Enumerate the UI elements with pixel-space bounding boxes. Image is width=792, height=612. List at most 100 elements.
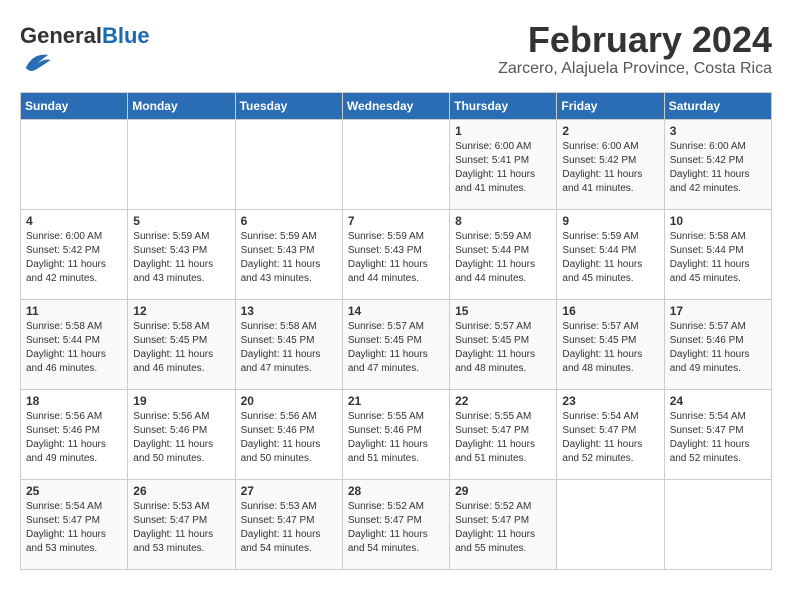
- calendar-cell: 9 Sunrise: 5:59 AM Sunset: 5:44 PM Daylig…: [557, 210, 664, 300]
- day-info: Sunrise: 5:59 AM Sunset: 5:44 PM Dayligh…: [562, 230, 658, 286]
- day-info: Sunrise: 5:58 AM Sunset: 5:44 PM Dayligh…: [670, 230, 766, 286]
- calendar-cell: 4 Sunrise: 6:00 AM Sunset: 5:42 PM Daylig…: [21, 210, 128, 300]
- calendar-cell: [21, 120, 128, 210]
- calendar-cell: 23 Sunrise: 5:54 AM Sunset: 5:47 PM Dayli…: [557, 390, 664, 480]
- weekday-header-sunday: Sunday: [21, 93, 128, 120]
- calendar-cell: 14 Sunrise: 5:57 AM Sunset: 5:45 PM Dayli…: [342, 300, 449, 390]
- weekday-header-wednesday: Wednesday: [342, 93, 449, 120]
- day-info: Sunrise: 5:55 AM Sunset: 5:47 PM Dayligh…: [455, 410, 551, 466]
- weekday-header-friday: Friday: [557, 93, 664, 120]
- day-number: 18: [26, 394, 122, 408]
- calendar-cell: 11Sunrise: 5:58 AM Sunset: 5:44 PM Dayli…: [21, 300, 128, 390]
- day-number: 27: [241, 484, 337, 498]
- calendar-week-row: 18 Sunrise: 5:56 AM Sunset: 5:46 PM Dayli…: [21, 390, 772, 480]
- calendar-cell: 1Sunrise: 6:00 AM Sunset: 5:41 PM Daylig…: [450, 120, 557, 210]
- calendar-cell: [235, 120, 342, 210]
- calendar-cell: [342, 120, 449, 210]
- calendar-cell: [557, 480, 664, 570]
- day-info: Sunrise: 5:56 AM Sunset: 5:46 PM Dayligh…: [133, 410, 229, 466]
- calendar-cell: 27 Sunrise: 5:53 AM Sunset: 5:47 PM Dayli…: [235, 480, 342, 570]
- day-info: Sunrise: 5:57 AM Sunset: 5:46 PM Dayligh…: [670, 320, 766, 376]
- calendar-cell: 21 Sunrise: 5:55 AM Sunset: 5:46 PM Dayli…: [342, 390, 449, 480]
- calendar-cell: [664, 480, 771, 570]
- calendar-cell: [128, 120, 235, 210]
- day-info: Sunrise: 6:00 AM Sunset: 5:42 PM Dayligh…: [26, 230, 122, 286]
- day-info: Sunrise: 5:59 AM Sunset: 5:43 PM Dayligh…: [241, 230, 337, 286]
- day-number: 26: [133, 484, 229, 498]
- calendar-cell: 2 Sunrise: 6:00 AM Sunset: 5:42 PM Daylig…: [557, 120, 664, 210]
- day-number: 25: [26, 484, 122, 498]
- calendar-cell: 22 Sunrise: 5:55 AM Sunset: 5:47 PM Dayli…: [450, 390, 557, 480]
- day-info: Sunrise: 5:57 AM Sunset: 5:45 PM Dayligh…: [348, 320, 444, 376]
- day-number: 19: [133, 394, 229, 408]
- day-number: 3: [670, 124, 766, 138]
- day-number: 22: [455, 394, 551, 408]
- day-number: 21: [348, 394, 444, 408]
- day-info: Sunrise: 5:53 AM Sunset: 5:47 PM Dayligh…: [241, 500, 337, 556]
- logo-bird-icon: [22, 47, 52, 77]
- day-info: Sunrise: 5:54 AM Sunset: 5:47 PM Dayligh…: [562, 410, 658, 466]
- day-info: Sunrise: 5:56 AM Sunset: 5:46 PM Dayligh…: [26, 410, 122, 466]
- day-info: Sunrise: 5:57 AM Sunset: 5:45 PM Dayligh…: [455, 320, 551, 376]
- location-title: Zarcero, Alajuela Province, Costa Rica: [498, 60, 772, 78]
- calendar-cell: 15 Sunrise: 5:57 AM Sunset: 5:45 PM Dayli…: [450, 300, 557, 390]
- calendar-cell: 26 Sunrise: 5:53 AM Sunset: 5:47 PM Dayli…: [128, 480, 235, 570]
- calendar-cell: 16 Sunrise: 5:57 AM Sunset: 5:45 PM Dayli…: [557, 300, 664, 390]
- calendar-cell: 8 Sunrise: 5:59 AM Sunset: 5:44 PM Daylig…: [450, 210, 557, 300]
- calendar-week-row: 11Sunrise: 5:58 AM Sunset: 5:44 PM Dayli…: [21, 300, 772, 390]
- weekday-header-row: SundayMondayTuesdayWednesdayThursdayFrid…: [21, 93, 772, 120]
- day-info: Sunrise: 6:00 AM Sunset: 5:41 PM Dayligh…: [455, 140, 551, 196]
- day-number: 12: [133, 304, 229, 318]
- calendar-cell: 28Sunrise: 5:52 AM Sunset: 5:47 PM Dayli…: [342, 480, 449, 570]
- day-number: 9: [562, 214, 658, 228]
- day-number: 24: [670, 394, 766, 408]
- day-number: 6: [241, 214, 337, 228]
- day-info: Sunrise: 5:55 AM Sunset: 5:46 PM Dayligh…: [348, 410, 444, 466]
- calendar-week-row: 1Sunrise: 6:00 AM Sunset: 5:41 PM Daylig…: [21, 120, 772, 210]
- weekday-header-thursday: Thursday: [450, 93, 557, 120]
- day-info: Sunrise: 5:54 AM Sunset: 5:47 PM Dayligh…: [670, 410, 766, 466]
- day-number: 8: [455, 214, 551, 228]
- calendar-cell: 5 Sunrise: 5:59 AM Sunset: 5:43 PM Daylig…: [128, 210, 235, 300]
- day-number: 28: [348, 484, 444, 498]
- day-number: 14: [348, 304, 444, 318]
- day-number: 2: [562, 124, 658, 138]
- day-number: 4: [26, 214, 122, 228]
- calendar-cell: 6 Sunrise: 5:59 AM Sunset: 5:43 PM Daylig…: [235, 210, 342, 300]
- day-info: Sunrise: 5:57 AM Sunset: 5:45 PM Dayligh…: [562, 320, 658, 376]
- day-info: Sunrise: 5:53 AM Sunset: 5:47 PM Dayligh…: [133, 500, 229, 556]
- calendar-cell: 7Sunrise: 5:59 AM Sunset: 5:43 PM Daylig…: [342, 210, 449, 300]
- day-number: 20: [241, 394, 337, 408]
- day-info: Sunrise: 5:58 AM Sunset: 5:44 PM Dayligh…: [26, 320, 122, 376]
- day-info: Sunrise: 5:52 AM Sunset: 5:47 PM Dayligh…: [455, 500, 551, 556]
- day-number: 17: [670, 304, 766, 318]
- day-info: Sunrise: 6:00 AM Sunset: 5:42 PM Dayligh…: [562, 140, 658, 196]
- title-block: February 2024 Zarcero, Alajuela Province…: [498, 20, 772, 78]
- day-info: Sunrise: 5:54 AM Sunset: 5:47 PM Dayligh…: [26, 500, 122, 556]
- calendar-cell: 3Sunrise: 6:00 AM Sunset: 5:42 PM Daylig…: [664, 120, 771, 210]
- calendar-cell: 24 Sunrise: 5:54 AM Sunset: 5:47 PM Dayli…: [664, 390, 771, 480]
- calendar-week-row: 25 Sunrise: 5:54 AM Sunset: 5:47 PM Dayli…: [21, 480, 772, 570]
- weekday-header-monday: Monday: [128, 93, 235, 120]
- calendar-table: SundayMondayTuesdayWednesdayThursdayFrid…: [20, 92, 772, 570]
- calendar-cell: 18 Sunrise: 5:56 AM Sunset: 5:46 PM Dayli…: [21, 390, 128, 480]
- day-info: Sunrise: 5:56 AM Sunset: 5:46 PM Dayligh…: [241, 410, 337, 466]
- day-info: Sunrise: 5:58 AM Sunset: 5:45 PM Dayligh…: [133, 320, 229, 376]
- day-number: 23: [562, 394, 658, 408]
- day-number: 5: [133, 214, 229, 228]
- day-info: Sunrise: 5:59 AM Sunset: 5:44 PM Dayligh…: [455, 230, 551, 286]
- month-title: February 2024: [498, 20, 772, 60]
- day-info: Sunrise: 5:59 AM Sunset: 5:43 PM Dayligh…: [133, 230, 229, 286]
- weekday-header-tuesday: Tuesday: [235, 93, 342, 120]
- day-number: 15: [455, 304, 551, 318]
- day-info: Sunrise: 5:58 AM Sunset: 5:45 PM Dayligh…: [241, 320, 337, 376]
- day-number: 16: [562, 304, 658, 318]
- calendar-cell: 12 Sunrise: 5:58 AM Sunset: 5:45 PM Dayli…: [128, 300, 235, 390]
- calendar-week-row: 4 Sunrise: 6:00 AM Sunset: 5:42 PM Daylig…: [21, 210, 772, 300]
- calendar-cell: 10Sunrise: 5:58 AM Sunset: 5:44 PM Dayli…: [664, 210, 771, 300]
- calendar-cell: 25 Sunrise: 5:54 AM Sunset: 5:47 PM Dayli…: [21, 480, 128, 570]
- logo: GeneralBlue: [20, 25, 150, 82]
- logo-general-text: General: [20, 23, 102, 48]
- calendar-cell: 20 Sunrise: 5:56 AM Sunset: 5:46 PM Dayli…: [235, 390, 342, 480]
- day-number: 7: [348, 214, 444, 228]
